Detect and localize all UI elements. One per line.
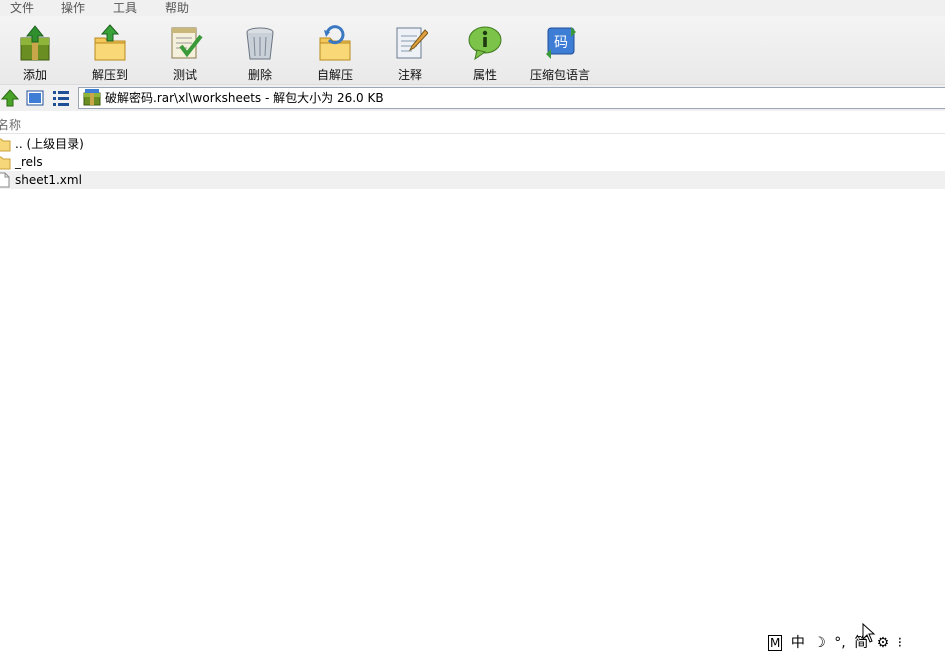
column-header-row: 名称 — [0, 115, 945, 134]
extract-folder-icon — [94, 24, 126, 61]
self-extract-icon — [319, 25, 351, 61]
delete-button[interactable]: 删除 — [222, 20, 298, 82]
add-button[interactable]: 添加 — [0, 20, 73, 82]
trash-icon — [246, 27, 274, 60]
add-archive-icon — [20, 25, 50, 61]
menu-file[interactable]: 文件 — [10, 0, 34, 16]
menu-operation[interactable]: 操作 — [61, 0, 85, 16]
info-bubble-icon — [468, 26, 502, 61]
language-icon-glyph: 码 — [554, 35, 568, 51]
ime-punctuation-toggle[interactable]: °, — [834, 635, 845, 651]
menu-help[interactable]: 帮助 — [165, 0, 189, 16]
comment-pencil-icon — [396, 27, 428, 59]
delete-button-label: 删除 — [247, 68, 272, 82]
list-item-sheet1[interactable]: sheet1.xml — [0, 171, 945, 189]
extract-to-button-label: 解压到 — [91, 68, 128, 82]
document-icon — [0, 172, 10, 188]
language-code-icon: 码 — [546, 27, 576, 59]
file-list: .. (上级目录) _rels sheet1.xml — [0, 135, 945, 189]
path-text: 破解密码.rar\xl\worksheets - 解包大小为 26.0 KB — [105, 91, 384, 105]
extract-to-button[interactable]: 解压到 — [72, 20, 148, 82]
up-arrow-icon[interactable] — [0, 88, 20, 108]
menu-tools[interactable]: 工具 — [113, 0, 137, 16]
column-header-name[interactable]: 名称 — [0, 116, 21, 133]
add-button-label: 添加 — [22, 68, 47, 82]
path-field[interactable]: 破解密码.rar\xl\worksheets - 解包大小为 26.0 KB — [78, 87, 945, 109]
archive-icon — [83, 89, 101, 106]
gear-icon[interactable]: ⚙ — [877, 635, 890, 651]
comment-button-label: 注释 — [397, 68, 422, 82]
folder-icon — [0, 138, 11, 152]
list-item-rels[interactable]: _rels — [0, 153, 945, 171]
sfx-button[interactable]: 自解压 — [297, 20, 373, 82]
folder-icon — [0, 156, 11, 170]
archive-language-button[interactable]: 码 压缩包语言 — [522, 20, 598, 82]
test-checklist-icon — [171, 27, 203, 59]
ime-language-toggle[interactable]: 中 — [791, 632, 805, 652]
more-icon[interactable]: ⁝ — [898, 635, 902, 651]
toolbar: 添加 解压到 测试 删除 自解压 注释 属性 码 压缩包语言 — [0, 16, 945, 84]
file-name: .. (上级目录) — [15, 137, 84, 151]
sfx-button-label: 自解压 — [316, 68, 353, 82]
address-bar: 破解密码.rar\xl\worksheets - 解包大小为 26.0 KB — [0, 84, 945, 111]
thumbnail-view-icon[interactable] — [25, 88, 45, 108]
mouse-cursor-icon — [862, 623, 876, 643]
test-button-label: 测试 — [172, 68, 197, 82]
properties-button-label: 属性 — [472, 68, 497, 82]
ime-mode-toggle[interactable]: M — [768, 635, 783, 651]
comment-button[interactable]: 注释 — [372, 20, 448, 82]
file-name: sheet1.xml — [15, 173, 82, 187]
ime-toolbar: M 中 ☽ °, 简 ⚙ ⁝ — [768, 632, 906, 654]
list-item-parent[interactable]: .. (上级目录) — [0, 135, 945, 153]
archive-language-button-label: 压缩包语言 — [529, 68, 590, 82]
moon-icon[interactable]: ☽ — [813, 635, 826, 651]
file-name: _rels — [15, 155, 43, 169]
list-view-icon[interactable] — [51, 88, 71, 108]
test-button[interactable]: 测试 — [147, 20, 223, 82]
menu-bar: 文件 操作 工具 帮助 — [0, 0, 945, 16]
properties-button[interactable]: 属性 — [447, 20, 523, 82]
